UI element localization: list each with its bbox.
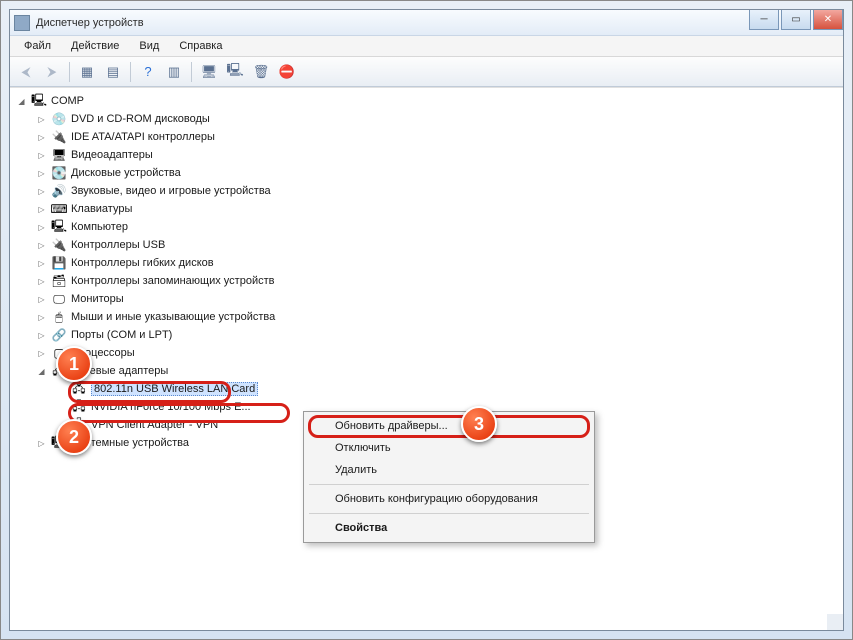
selected-device-label: 802.11n USB Wireless LAN Card (91, 382, 258, 396)
context-disable[interactable]: Отключить (307, 437, 591, 459)
expand-icon[interactable]: ▷ (36, 186, 47, 197)
tree-item-cpu[interactable]: ▷▢Процессоры (36, 344, 837, 362)
context-menu: Обновить драйверы... Отключить Удалить О… (303, 411, 595, 543)
expand-icon[interactable]: ▷ (36, 132, 47, 143)
menu-action[interactable]: Действие (63, 38, 127, 54)
expand-icon[interactable]: ▷ (36, 438, 47, 449)
video-icon: 🖥 (51, 147, 67, 163)
toolbar-button[interactable]: ▥ (162, 60, 186, 84)
tree-item-ports[interactable]: ▷🔗Порты (COM и LPT) (36, 326, 837, 344)
update-driver-button[interactable]: 🖳 (223, 60, 247, 84)
callout-1: 1 (56, 346, 92, 382)
callout-3: 3 (461, 406, 497, 442)
toolbar: ⮜ ⮞ ▦ ▤ ? ▥ 🖥 🖳 🗑 ⛔ (10, 57, 843, 87)
context-separator (309, 513, 589, 514)
menu-help[interactable]: Справка (171, 38, 230, 54)
keyboard-icon: ⌨ (51, 201, 67, 217)
tree-item-mouse[interactable]: ▷🖱Мыши и иные указывающие устройства (36, 308, 837, 326)
titlebar: Диспетчер устройств ─ ▭ ✕ (10, 10, 843, 36)
tree-item-network[interactable]: ◢🖧Сетевые адаптеры (36, 362, 837, 380)
back-button[interactable]: ⮜ (14, 60, 38, 84)
storage-icon: 🗃 (51, 273, 67, 289)
root-label: COMP (51, 95, 84, 107)
scroll-corner (827, 614, 843, 630)
annotation-ring-3 (308, 415, 590, 438)
expand-icon[interactable]: ▷ (36, 168, 47, 179)
disable-button[interactable]: ⛔ (275, 60, 299, 84)
expand-icon[interactable]: ▷ (36, 240, 47, 251)
window-title: Диспетчер устройств (36, 17, 144, 29)
ide-icon: 🔌 (51, 129, 67, 145)
tree-item-storage[interactable]: ▷🗃Контроллеры запоминающих устройств (36, 272, 837, 290)
tree-item-video[interactable]: ▷🖥Видеоадаптеры (36, 146, 837, 164)
expand-icon[interactable]: ▷ (36, 222, 47, 233)
help-button[interactable]: ? (136, 60, 160, 84)
forward-button[interactable]: ⮞ (40, 60, 64, 84)
collapse-icon[interactable]: ◢ (36, 366, 47, 377)
usb-icon: 🔌 (51, 237, 67, 253)
disk-icon: 💽 (51, 165, 67, 181)
expand-icon[interactable]: ▷ (36, 276, 47, 287)
tree-item-ide[interactable]: ▷🔌IDE ATA/ATAPI контроллеры (36, 128, 837, 146)
app-icon (14, 15, 30, 31)
tree-item-floppy[interactable]: ▷💾Контроллеры гибких дисков (36, 254, 837, 272)
callout-2: 2 (56, 419, 92, 455)
menubar: Файл Действие Вид Справка (10, 36, 843, 57)
floppy-icon: 💾 (51, 255, 67, 271)
expand-icon[interactable]: ▷ (36, 114, 47, 125)
expand-icon[interactable]: ▷ (36, 150, 47, 161)
monitor-icon: 🖵 (51, 291, 67, 307)
tree-root[interactable]: ◢ 🖳 COMP (16, 92, 837, 110)
properties-button[interactable]: ▤ (101, 60, 125, 84)
expand-icon[interactable]: ▷ (36, 294, 47, 305)
expand-icon[interactable]: ▷ (36, 348, 47, 359)
minimize-button[interactable]: ─ (749, 10, 779, 30)
pc-icon: 🖳 (51, 219, 67, 235)
tree-item-wlan[interactable]: 🖧 802.11n USB Wireless LAN Card (56, 380, 837, 398)
tree-item-audio[interactable]: ▷🔊Звуковые, видео и игровые устройства (36, 182, 837, 200)
computer-icon: 🖳 (31, 93, 47, 109)
expand-icon[interactable]: ▷ (36, 312, 47, 323)
menu-file[interactable]: Файл (16, 38, 59, 54)
maximize-button[interactable]: ▭ (781, 10, 811, 30)
menu-view[interactable]: Вид (131, 38, 167, 54)
expand-icon[interactable]: ▷ (36, 330, 47, 341)
tree-item-dvd[interactable]: ▷💿DVD и CD-ROM дисководы (36, 110, 837, 128)
context-refresh-config[interactable]: Обновить конфигурацию оборудования (307, 488, 591, 510)
tree-item-monitor[interactable]: ▷🖵Мониторы (36, 290, 837, 308)
scan-hardware-button[interactable]: 🖥 (197, 60, 221, 84)
tree-item-computer[interactable]: ▷🖳Компьютер (36, 218, 837, 236)
show-hide-tree-button[interactable]: ▦ (75, 60, 99, 84)
expand-icon[interactable]: ▷ (36, 204, 47, 215)
tree-item-disk[interactable]: ▷💽Дисковые устройства (36, 164, 837, 182)
close-button[interactable]: ✕ (813, 10, 843, 30)
port-icon: 🔗 (51, 327, 67, 343)
tree-item-keyboard[interactable]: ▷⌨Клавиатуры (36, 200, 837, 218)
adapter-icon: 🖧 (71, 399, 87, 415)
tree-content: ◢ 🖳 COMP ▷💿DVD и CD-ROM дисководы ▷🔌IDE … (10, 87, 843, 630)
dvd-icon: 💿 (51, 111, 67, 127)
tree-item-usb[interactable]: ▷🔌Контроллеры USB (36, 236, 837, 254)
audio-icon: 🔊 (51, 183, 67, 199)
expand-icon[interactable]: ▷ (36, 258, 47, 269)
context-separator (309, 484, 589, 485)
mouse-icon: 🖱 (51, 309, 67, 325)
adapter-icon: 🖧 (71, 381, 87, 397)
uninstall-button[interactable]: 🗑 (249, 60, 273, 84)
collapse-icon[interactable]: ◢ (16, 96, 27, 107)
context-delete[interactable]: Удалить (307, 459, 591, 481)
context-properties[interactable]: Свойства (307, 517, 591, 539)
